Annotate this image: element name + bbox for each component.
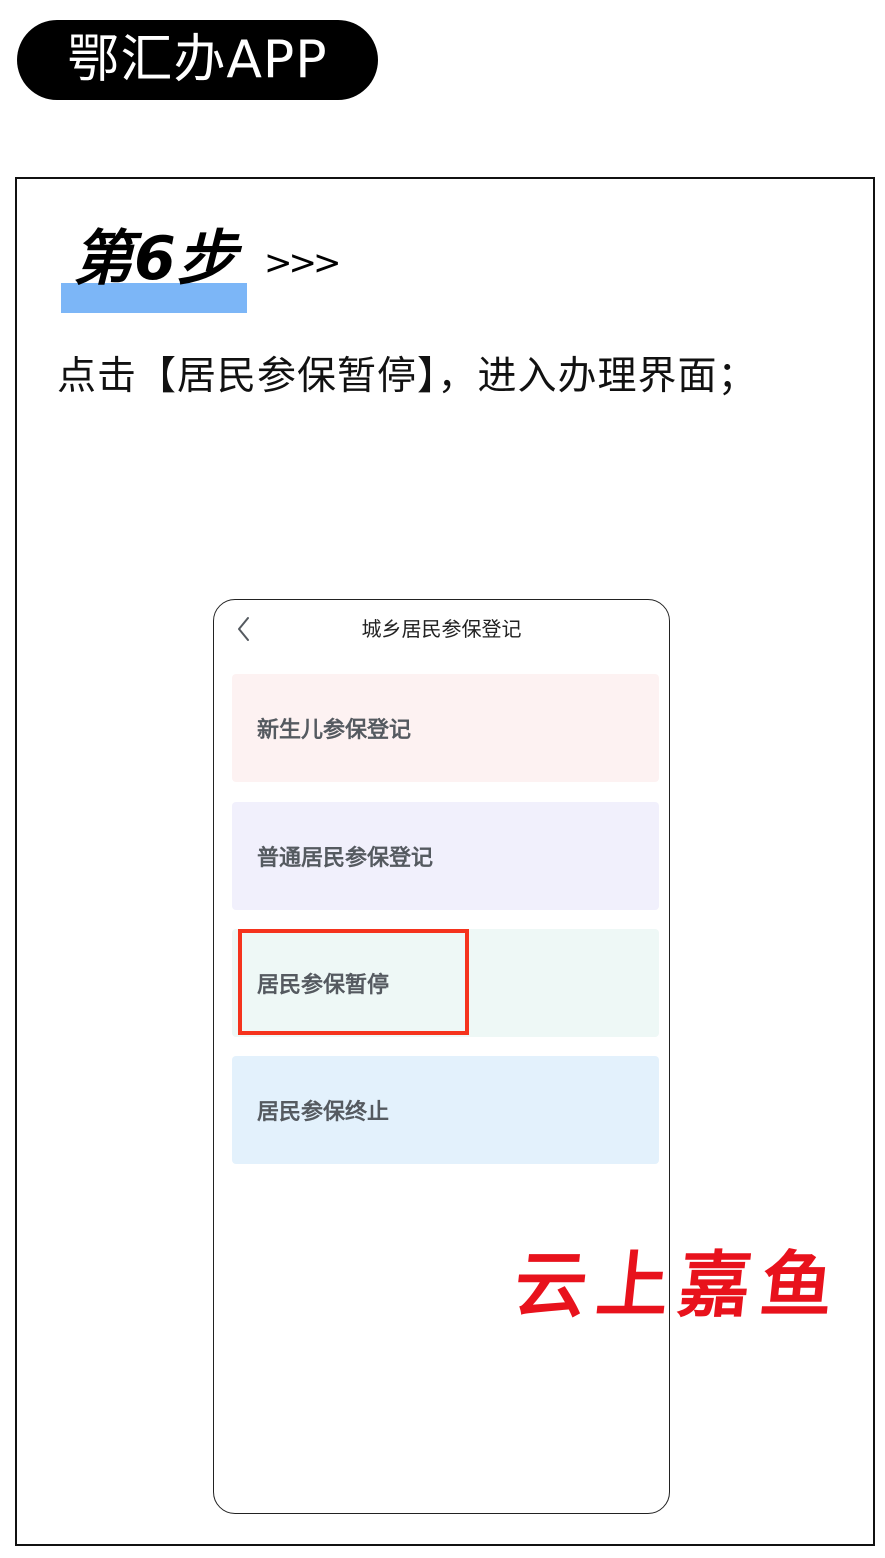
step-heading: 第6步: [61, 223, 247, 313]
menu-item-label: 居民参保暂停: [257, 973, 390, 998]
menu-item-label: 新生儿参保登记: [257, 718, 412, 743]
watermark-logo: 云上嘉鱼: [510, 1242, 848, 1327]
menu-item-label: 普通居民参保登记: [257, 846, 434, 871]
menu-item-newborn-registration[interactable]: 新生儿参保登记: [232, 674, 659, 782]
step-title: 第6步: [73, 224, 238, 294]
app-name-badge: 鄂汇办APP: [17, 20, 378, 100]
phone-mockup: 城乡居民参保登记 新生儿参保登记 普通居民参保登记 居民参保暂停 居民参保终止: [213, 599, 670, 1514]
menu-item-resident-registration[interactable]: 普通居民参保登记: [232, 802, 659, 910]
instruction-text: 点击【居民参保暂停】，进入办理界面；: [57, 354, 758, 399]
phone-header: 城乡居民参保登记: [214, 600, 669, 658]
step-arrows: >>>: [264, 243, 341, 283]
menu-item-insurance-terminate[interactable]: 居民参保终止: [232, 1056, 659, 1164]
phone-page-title: 城乡居民参保登记: [361, 617, 522, 641]
menu-item-insurance-suspend[interactable]: 居民参保暂停: [232, 929, 659, 1037]
content-frame: 第6步 >>> 点击【居民参保暂停】，进入办理界面； 城乡居民参保登记 新生儿参…: [15, 177, 875, 1546]
menu-item-label: 居民参保终止: [257, 1100, 390, 1125]
app-name-label: 鄂汇办APP: [67, 30, 328, 90]
